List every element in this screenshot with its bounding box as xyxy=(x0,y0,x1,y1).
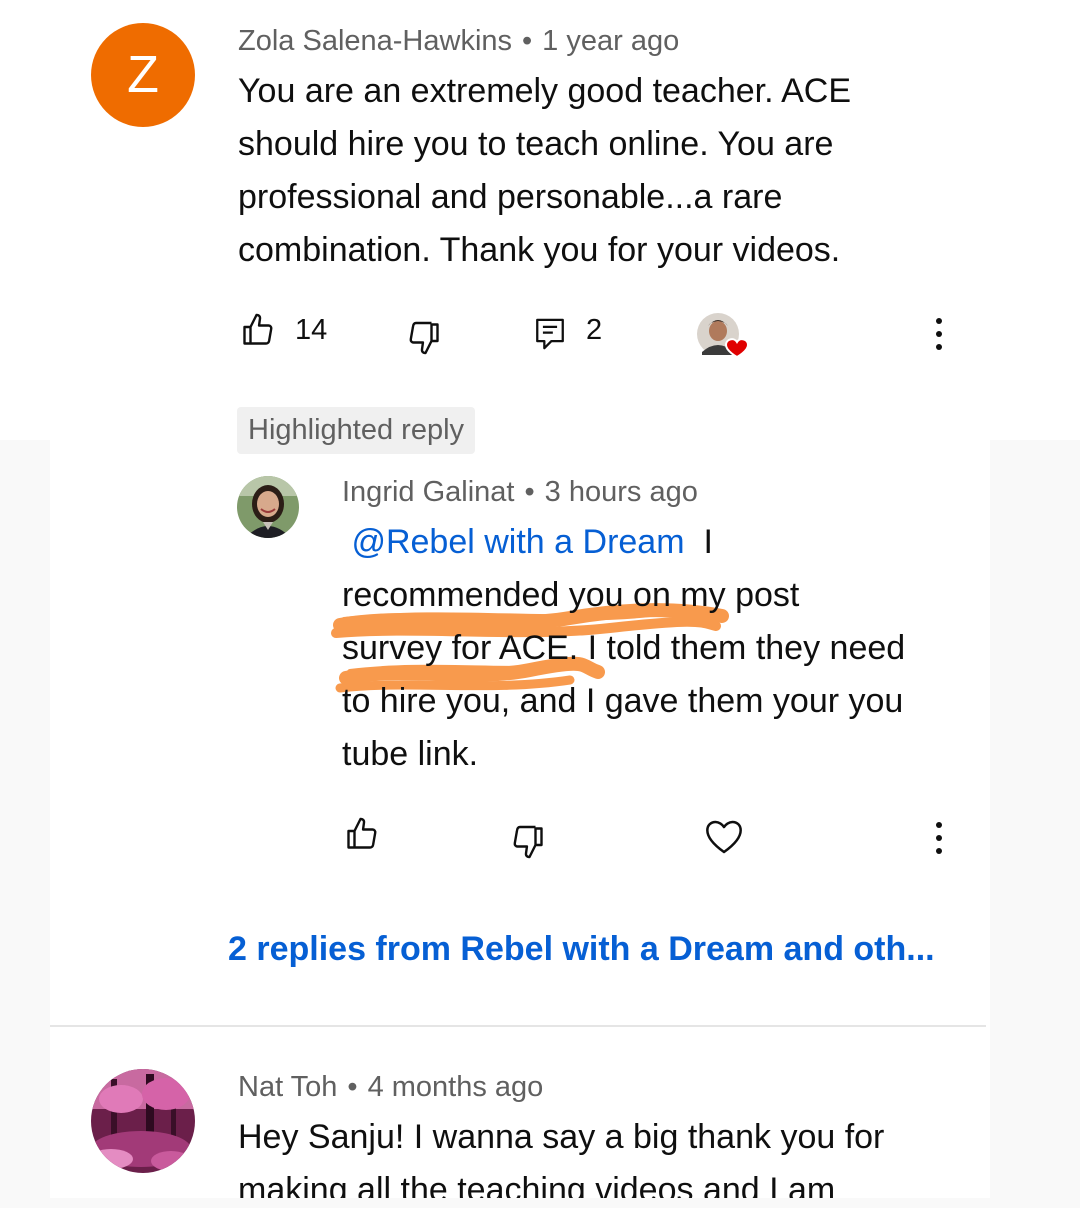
reply-line: to hire you, and I gave them your you xyxy=(342,682,904,720)
comment-line: combination. Thank you for your videos. xyxy=(238,231,841,269)
avatar[interactable]: Z xyxy=(91,23,195,127)
heart-outline-icon xyxy=(706,820,742,854)
comment-meta: Zola Salena-Hawkins • 1 year ago xyxy=(238,25,680,57)
thumbs-down-icon xyxy=(513,825,543,859)
comment-author[interactable]: Zola Salena-Hawkins xyxy=(238,25,512,57)
reply-count: 2 xyxy=(586,314,603,346)
like-button[interactable] xyxy=(240,312,276,353)
comment-author[interactable]: Nat Toh xyxy=(238,1071,337,1103)
reply-line: tube link. xyxy=(342,735,479,773)
comment-text: You are an extremely good teacher. ACE s… xyxy=(238,65,958,277)
comment-line: making all the teaching videos and I am xyxy=(238,1171,836,1209)
thumbs-down-icon xyxy=(409,321,439,355)
reply-author[interactable]: Ingrid Galinat xyxy=(342,476,515,508)
creator-avatar-heart-icon xyxy=(697,313,750,359)
reply-line-fragment: I xyxy=(703,523,713,561)
avatar[interactable] xyxy=(91,1069,195,1173)
reply-like-button[interactable] xyxy=(344,816,380,857)
thumbs-up-icon xyxy=(347,817,377,849)
comment-line: should hire you to teach online. You are xyxy=(238,125,834,163)
comment-meta: Nat Toh • 4 months ago xyxy=(238,1071,544,1103)
more-vertical-icon xyxy=(936,822,942,854)
reply-time: 3 hours ago xyxy=(544,476,698,508)
reply-line: recommended you on my post xyxy=(342,576,800,614)
reply-meta: Ingrid Galinat • 3 hours ago xyxy=(342,476,698,508)
viewport-edge xyxy=(0,1198,1080,1208)
comment-icon xyxy=(536,318,564,350)
comment-time: 4 months ago xyxy=(367,1071,544,1103)
reply-dislike-button[interactable] xyxy=(510,824,546,865)
comment-line: You are an extremely good teacher. ACE xyxy=(238,72,852,110)
like-count: 14 xyxy=(295,314,328,346)
mention-link[interactable]: @Rebel with a Dream xyxy=(351,523,684,561)
heart-button[interactable] xyxy=(704,818,744,861)
creator-heart-badge xyxy=(697,312,753,369)
comment-line: professional and personable...a rare xyxy=(238,178,783,216)
dislike-button[interactable] xyxy=(406,320,442,361)
comment-line: Hey Sanju! I wanna say a big thank you f… xyxy=(238,1118,885,1156)
view-replies-link[interactable]: 2 replies from Rebel with a Dream and ot… xyxy=(228,930,935,969)
more-vertical-icon xyxy=(936,318,942,350)
thumbs-up-icon xyxy=(243,313,273,345)
reply-first-line: @Rebel with a Dream I xyxy=(342,516,962,569)
comment-divider xyxy=(50,1025,986,1027)
reply-more-button[interactable] xyxy=(928,820,950,861)
avatar-letter: Z xyxy=(127,46,159,104)
forest-photo-icon xyxy=(91,1069,195,1173)
comment-time: 1 year ago xyxy=(542,25,680,57)
reply-text: @Rebel with a Dream I recommended you on… xyxy=(342,516,962,781)
avatar[interactable] xyxy=(237,476,299,538)
comment-more-button[interactable] xyxy=(928,316,950,357)
reply-line: survey for ACE. I told them they need xyxy=(342,629,906,667)
highlighted-reply-chip: Highlighted reply xyxy=(237,407,476,454)
reply-button[interactable] xyxy=(533,315,567,358)
reply-author-photo-icon xyxy=(237,476,299,538)
